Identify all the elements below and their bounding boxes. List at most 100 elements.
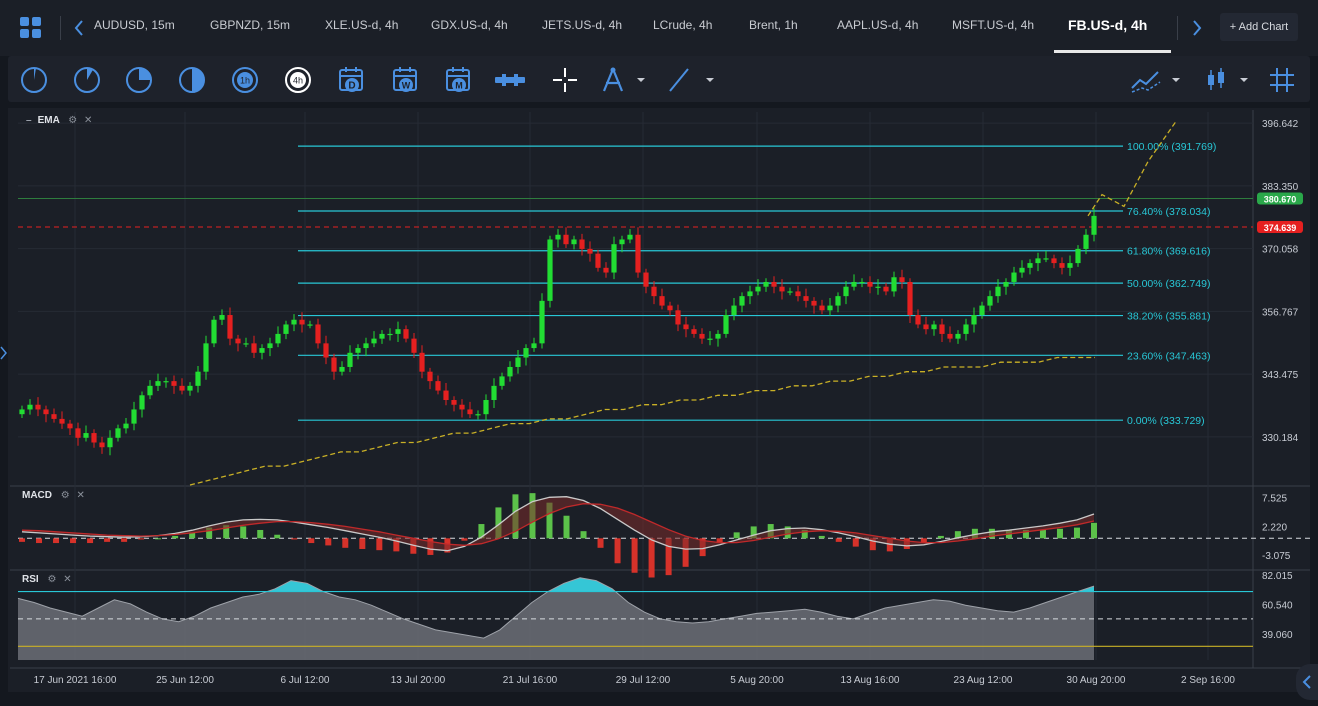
candle-body	[851, 281, 857, 287]
alert-price-label: 374.639	[1264, 223, 1297, 233]
macd-close-icon[interactable]: ✕	[77, 490, 85, 501]
candle-body	[963, 324, 969, 334]
candle-body	[747, 291, 753, 297]
rsi-close-icon[interactable]: ✕	[63, 574, 71, 585]
price-tick-label: 383.350	[1262, 182, 1299, 193]
candle-body	[739, 296, 745, 306]
macd-histogram-bar	[240, 526, 247, 539]
candle-body	[67, 423, 73, 429]
macd-histogram-bar	[308, 538, 315, 544]
candle-body	[363, 343, 369, 349]
candle-body	[1091, 215, 1097, 235]
candle-body	[459, 404, 465, 410]
candle-body	[947, 333, 953, 339]
macd-histogram-bar	[138, 538, 145, 540]
candle-body	[643, 272, 649, 287]
candle-body	[307, 324, 313, 326]
candle-body	[931, 324, 937, 330]
macd-histogram-bar	[70, 538, 77, 544]
candle-body	[1027, 263, 1033, 268]
candle-body	[1043, 258, 1049, 260]
candle-body	[227, 315, 233, 339]
candle-body	[51, 414, 57, 419]
rsi-settings-icon[interactable]: ⚙	[47, 574, 56, 585]
candle-body	[355, 348, 361, 353]
candle-body	[275, 333, 281, 344]
candle-body	[491, 385, 497, 401]
candle-body	[723, 315, 729, 334]
candle-body	[283, 324, 289, 334]
macd-histogram-bar	[325, 538, 332, 546]
expand-right-panel-button[interactable]	[1296, 664, 1318, 700]
macd-histogram-bar	[19, 538, 25, 542]
macd-tick-label: -3.075	[1262, 551, 1291, 562]
candle-body	[19, 409, 25, 415]
candle-body	[43, 409, 49, 415]
candle-body	[339, 366, 345, 372]
macd-histogram-bar	[121, 538, 128, 542]
candle-body	[27, 404, 33, 410]
macd-histogram-bar	[172, 535, 179, 539]
candle-body	[651, 286, 657, 297]
ema-settings-icon[interactable]: ⚙	[68, 115, 77, 126]
candle-body	[763, 281, 769, 287]
candle-body	[139, 395, 145, 410]
macd-tick-label: 2.220	[1262, 522, 1287, 533]
rsi-tick-label: 60.540	[1262, 600, 1293, 611]
chart-canvas[interactable]: 396.642 383.350 370.058 356.767 343.475 330.1…	[0, 0, 1318, 706]
macd-histogram-bar	[1091, 522, 1097, 539]
time-tick-label: 2 Sep 16:00	[1181, 675, 1235, 686]
macd-histogram-bar	[580, 531, 587, 539]
candle-body	[587, 248, 593, 254]
rsi-tick-label: 39.060	[1262, 630, 1293, 641]
rsi-indicator-header: RSI ⚙ ✕	[22, 574, 72, 585]
candle-body	[691, 329, 697, 334]
time-tick-label: 13 Jul 20:00	[391, 675, 446, 686]
macd-histogram-bar	[852, 538, 859, 547]
macd-histogram-bar	[155, 538, 162, 540]
macd-histogram-bar	[53, 538, 60, 544]
candle-body	[515, 357, 521, 367]
collapse-icon[interactable]: –	[26, 115, 32, 126]
candle-body	[915, 315, 921, 325]
candle-body	[59, 418, 65, 424]
macd-histogram-bar	[835, 538, 842, 542]
candle-body	[867, 281, 873, 287]
candle-body	[995, 286, 1001, 297]
macd-histogram-bar	[1039, 529, 1046, 539]
price-tick-label: 330.184	[1262, 433, 1299, 444]
candle-body	[347, 352, 353, 367]
expand-left-panel-button[interactable]	[0, 345, 8, 361]
candle-body	[115, 428, 121, 438]
candle-body	[419, 352, 425, 372]
time-tick-label: 21 Jul 16:00	[503, 675, 558, 686]
chevron-left-small-icon	[1302, 675, 1311, 689]
time-tick-label: 5 Aug 20:00	[730, 675, 784, 686]
rsi-label: RSI	[22, 574, 39, 585]
candle-body	[923, 324, 929, 330]
macd-settings-icon[interactable]: ⚙	[61, 490, 70, 501]
candle-body	[1083, 234, 1089, 249]
ema-close-icon[interactable]: ✕	[84, 115, 92, 126]
candle-body	[123, 423, 129, 429]
candle-body	[291, 319, 297, 325]
time-tick-label: 17 Jun 2021 16:00	[34, 675, 117, 686]
candle-body	[819, 305, 825, 311]
candle-body	[755, 286, 761, 292]
price-tick-label: 343.475	[1262, 370, 1299, 381]
candle-body	[771, 281, 777, 287]
macd-histogram-bar	[937, 535, 944, 539]
macd-histogram-bar	[631, 538, 638, 573]
candle-body	[1035, 258, 1041, 264]
candle-body	[179, 385, 185, 391]
macd-histogram-bar	[733, 532, 740, 539]
fib-level-label: 50.00% (362.749)	[1127, 278, 1210, 290]
candle-body	[787, 291, 793, 293]
candle-body	[483, 400, 489, 415]
candle-body	[467, 409, 473, 415]
candle-body	[555, 234, 561, 240]
candle-body	[891, 277, 897, 292]
candle-body	[795, 291, 801, 297]
fib-level-label: 76.40% (378.034)	[1127, 206, 1210, 218]
candle-body	[971, 315, 977, 325]
